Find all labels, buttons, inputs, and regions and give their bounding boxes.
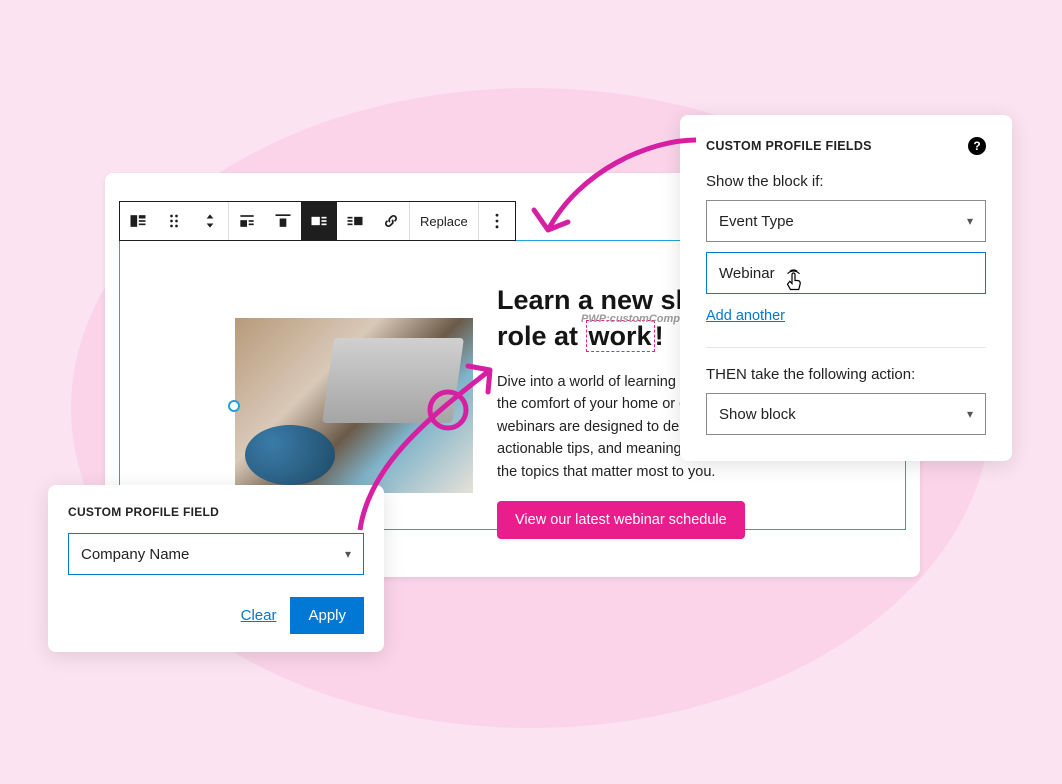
block-toolbar: Replace [119,201,516,241]
add-another-link[interactable]: Add another [706,308,785,324]
chevron-down-icon: ▾ [967,407,973,421]
link-button[interactable] [373,202,409,240]
clear-button[interactable]: Clear [241,607,277,624]
pointer-cursor-icon [783,269,807,295]
action-select[interactable]: Show block ▾ [706,393,986,435]
profile-field-selected: Company Name [81,546,189,563]
condition-field-value: Event Type [719,213,794,230]
popup-left-title: CUSTOM PROFILE FIELD [68,505,364,519]
action-selected: Show block [719,406,796,423]
heading-suffix: ! [655,321,664,351]
block-image-wrap [235,318,473,493]
custom-profile-fields-panel: CUSTOM PROFILE FIELDS ? Show the block i… [680,115,1012,461]
drag-handle-button[interactable] [156,202,192,240]
cta-button[interactable]: View our latest webinar schedule [497,501,745,539]
help-icon[interactable]: ? [968,137,986,155]
chevron-down-icon: ▾ [967,214,973,228]
align-none-button[interactable] [229,202,265,240]
block-image[interactable] [235,318,473,493]
align-left-button[interactable] [265,202,301,240]
popup-right-title: CUSTOM PROFILE FIELDS [706,139,872,153]
align-center-button[interactable] [301,202,337,240]
more-options-button[interactable] [479,202,515,240]
merge-field-highlight[interactable]: work [586,320,655,352]
show-if-label: Show the block if: [706,173,986,190]
replace-button[interactable]: Replace [410,202,478,240]
block-type-button[interactable] [120,202,156,240]
condition-field-select[interactable]: Event Type ▾ [706,200,986,242]
custom-profile-field-popup: CUSTOM PROFILE FIELD Company Name ▾ Clea… [48,485,384,652]
apply-button[interactable]: Apply [290,597,364,634]
condition-value-input[interactable]: Webinar [706,252,986,294]
profile-field-select[interactable]: Company Name ▾ [68,533,364,575]
panel-divider [706,347,986,348]
then-label: THEN take the following action: [706,366,986,383]
chevron-down-icon: ▾ [345,547,351,561]
align-right-button[interactable] [337,202,373,240]
condition-value-text: Webinar [719,265,775,282]
move-updown-button[interactable] [192,202,228,240]
image-resize-handle[interactable] [228,400,240,412]
